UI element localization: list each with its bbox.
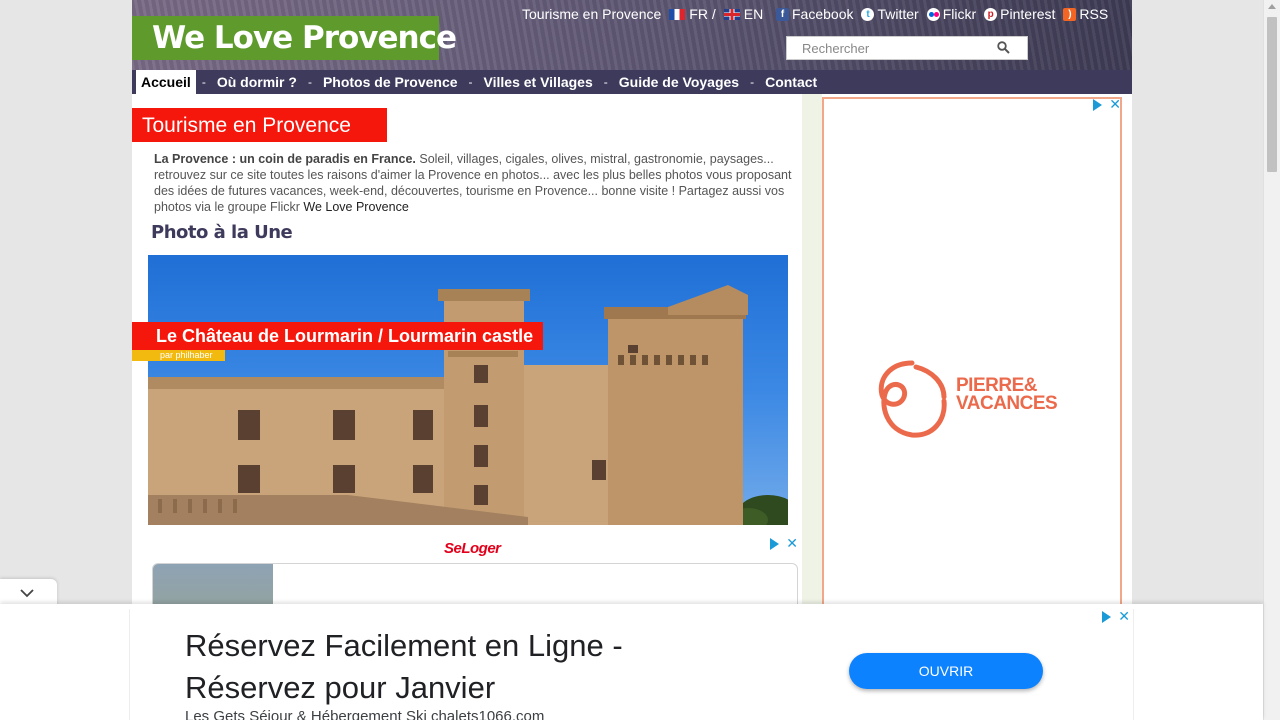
tourism-link[interactable]: Tourisme en Provence — [522, 6, 661, 22]
search-input[interactable] — [787, 37, 987, 59]
scroll-thumb[interactable] — [1267, 17, 1277, 172]
lang-en-link[interactable]: EN — [744, 6, 763, 22]
nav-separator: - — [603, 75, 608, 89]
close-icon[interactable]: ✕ — [1109, 98, 1121, 112]
top-links: Tourisme en Provence FR / EN — [522, 6, 763, 22]
search-box — [786, 36, 1028, 60]
facebook-link[interactable]: f Facebook — [776, 6, 853, 22]
flickr-link[interactable]: Flickr — [926, 6, 977, 22]
pinterest-icon: p — [984, 7, 998, 21]
nav-guide[interactable]: Guide de Voyages — [614, 70, 744, 94]
nav-contact[interactable]: Contact — [760, 70, 822, 94]
twitter-link[interactable]: t Twitter — [861, 6, 919, 22]
site-header: We Love Provence Tourisme en Provence FR… — [132, 0, 1132, 70]
nav-villes[interactable]: Villes et Villages — [479, 70, 598, 94]
flickr-label: Flickr — [942, 6, 977, 22]
adchoices-icon[interactable] — [1093, 99, 1102, 111]
nav-separator: - — [307, 75, 312, 89]
twitter-label: Twitter — [877, 6, 919, 22]
close-icon[interactable]: ✕ — [1118, 610, 1130, 624]
ad-collapse-tab[interactable] — [0, 579, 57, 607]
flickr-group-link[interactable]: We Love Provence — [303, 200, 408, 214]
photo-credit[interactable]: par philhaber — [132, 350, 225, 361]
flag-fr-icon[interactable] — [669, 8, 686, 20]
nav-accueil[interactable]: Accueil — [136, 70, 196, 94]
intro-paragraph: La Provence : un coin de paradis en Fran… — [154, 151, 794, 215]
photo-caption[interactable]: Le Château de Lourmarin / Lourmarin cast… — [132, 322, 544, 350]
rss-link[interactable]: ) RSS — [1063, 6, 1108, 22]
bottom-ad-subtext[interactable]: Les Gets Séjour & Hébergement Ski chalet… — [185, 708, 544, 720]
nav-separator: - — [201, 75, 206, 89]
seloger-logo[interactable]: SeLoger — [444, 540, 501, 557]
lang-fr-link[interactable]: FR / — [689, 6, 715, 22]
castle-image — [148, 285, 788, 525]
facebook-icon: f — [776, 7, 789, 21]
open-button[interactable]: OUVRIR — [849, 653, 1043, 689]
site-logo[interactable]: We Love Provence — [132, 16, 457, 60]
chevron-down-icon[interactable] — [20, 586, 34, 600]
featured-photo[interactable] — [148, 255, 788, 525]
rss-icon: ) — [1063, 7, 1077, 21]
flickr-icon — [926, 7, 940, 21]
adchoices-icon[interactable] — [770, 538, 779, 550]
adchoices-right[interactable]: ✕ — [1093, 98, 1121, 112]
nav-ou-dormir[interactable]: Où dormir ? — [212, 70, 302, 94]
pierre-vacances-logo-icon — [878, 360, 947, 438]
nav-separator: - — [750, 75, 755, 89]
close-icon[interactable]: ✕ — [786, 537, 798, 551]
featured-photo-heading: Photo à la Une — [151, 222, 293, 243]
intro-bold: La Provence : un coin de paradis en Fran… — [154, 152, 416, 166]
facebook-label: Facebook — [792, 6, 854, 22]
nav-separator: - — [468, 75, 473, 89]
adchoices-icon[interactable] — [1102, 611, 1111, 623]
bottom-ad-content[interactable]: Réservez Facilement en Ligne - Réservez … — [129, 609, 1134, 720]
section-title: Tourisme en Provence — [132, 108, 387, 142]
scroll-up-arrow-icon[interactable] — [1268, 4, 1276, 9]
rss-label: RSS — [1079, 6, 1109, 22]
search-icon[interactable] — [997, 41, 1010, 54]
pierre-vacances-brand: PIERRE& VACANCES — [956, 376, 1058, 414]
nav-photos[interactable]: Photos de Provence — [318, 70, 463, 94]
adchoices-bottom[interactable]: ✕ — [1102, 610, 1130, 624]
main-nav: Accueil - Où dormir ? - Photos de Proven… — [132, 70, 1132, 94]
twitter-icon: t — [861, 7, 875, 21]
social-links: f Facebook t Twitter Flickr p Pinterest … — [776, 6, 1116, 22]
page-scrollbar[interactable] — [1263, 0, 1280, 720]
flag-en-icon[interactable] — [723, 8, 740, 20]
bottom-ad-headline[interactable]: Réservez Facilement en Ligne - Réservez … — [185, 625, 745, 709]
pv-line2: VACANCES — [956, 393, 1058, 414]
bottom-anchor-ad[interactable]: Réservez Facilement en Ligne - Réservez … — [0, 604, 1263, 720]
pinterest-link[interactable]: p Pinterest — [984, 6, 1055, 22]
adchoices-mid[interactable]: ✕ — [770, 537, 798, 551]
pierre-vacances-ad[interactable]: PIERRE& VACANCES — [822, 97, 1122, 617]
pinterest-label: Pinterest — [1000, 6, 1056, 22]
